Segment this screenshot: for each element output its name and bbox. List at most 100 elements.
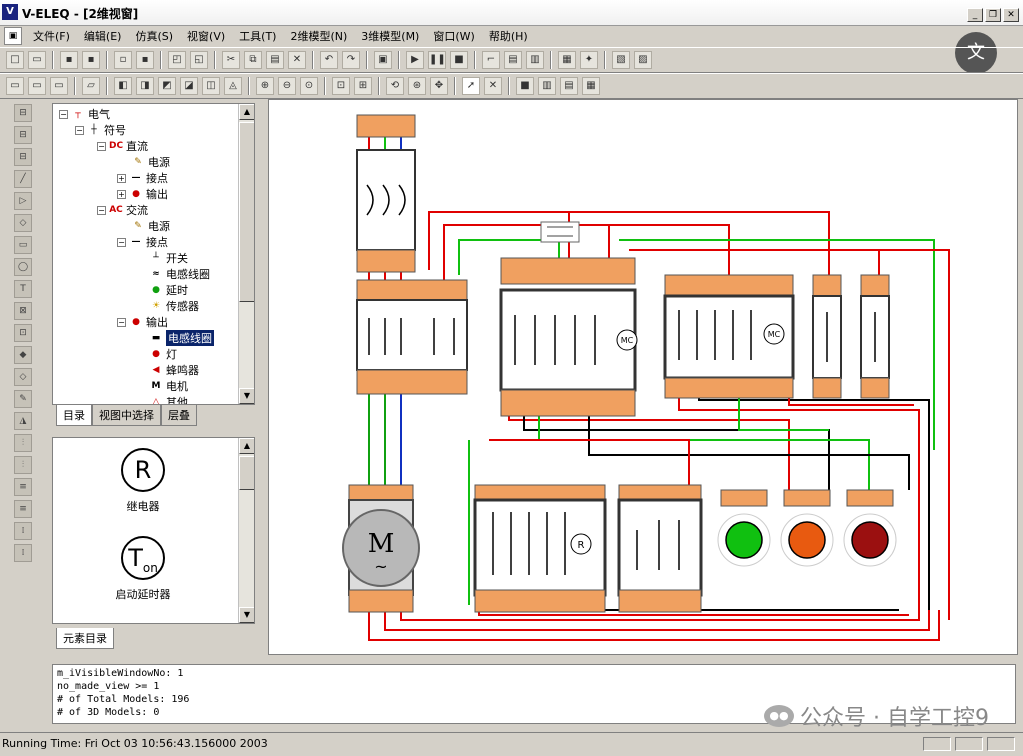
element-on-delay-timer[interactable]: Ton 启动延时器 [53,536,233,602]
tree-item-lamp[interactable]: ● 灯 [149,346,177,362]
layout-split-v-icon[interactable]: ▥ [538,77,556,95]
tree-item-coil-output[interactable]: ▬ 电感线圈 [149,330,214,346]
window-layout-3-icon[interactable]: ▭ [50,77,68,95]
view-left-icon[interactable]: ◩ [158,77,176,95]
view-front-icon[interactable]: ◧ [114,77,132,95]
scroll-up-icon[interactable]: ▲ [239,104,254,120]
rotate-icon[interactable]: ⟲ [386,77,404,95]
tree-item-other[interactable]: △ 其他 [149,394,188,404]
scroll-thumb[interactable] [239,122,254,302]
collapse-icon[interactable]: − [117,317,126,327]
tab-select-in-view[interactable]: 视图中选择 [92,405,161,426]
view-back-icon[interactable]: ◨ [136,77,154,95]
layout-split-h-icon[interactable]: ▤ [560,77,578,95]
grid-icon[interactable]: ▦ [558,51,576,69]
tree-item-ac[interactable]: − AC 交流 [97,202,148,218]
view-top-icon[interactable]: ◫ [202,77,220,95]
minimize-button[interactable]: _ [967,8,983,22]
save-model-icon[interactable]: ▪ [136,51,154,69]
book-icon[interactable]: ▨ [634,51,652,69]
scroll-down-icon[interactable]: ▼ [239,607,254,623]
spacing-tool-icon[interactable]: ⁞ [14,544,32,562]
tab-catalog[interactable]: 目录 [56,405,92,426]
palette-tool-icon[interactable]: ⊟ [14,104,32,122]
copy-icon[interactable]: ⧉ [244,51,262,69]
play-icon[interactable]: ▶ [406,51,424,69]
menu-tools[interactable]: 工具(T) [232,28,283,44]
menu-3d-model[interactable]: 3维模型(M) [354,28,426,44]
cut-icon[interactable]: ✂ [222,51,240,69]
rectangle-tool-icon[interactable]: ▭ [14,236,32,254]
tree-item-sensor[interactable]: ☀ 传感器 [149,298,199,314]
move-back-icon[interactable]: ◇ [14,368,32,386]
sim-icon[interactable]: ▫ [114,51,132,69]
tree-item-dc-contact[interactable]: + — 接点 [117,170,168,186]
select-arrow-icon[interactable]: ➚ [462,77,480,95]
tree-scrollbar[interactable]: ▲ ▼ [238,104,254,404]
palette-tool-icon[interactable]: ⊟ [14,126,32,144]
scroll-up-icon[interactable]: ▲ [239,438,254,454]
arrow-tool-icon[interactable]: ▷ [14,192,32,210]
save-all-icon[interactable]: ▪ [82,51,100,69]
new-file-icon[interactable]: □ [6,51,24,69]
document-icon[interactable]: ▣ [4,27,22,45]
restore-button[interactable]: ❐ [985,8,1001,22]
pen-tool-icon[interactable]: ✎ [14,390,32,408]
layout-single-icon[interactable]: ■ [516,77,534,95]
paste-icon[interactable]: ▤ [266,51,284,69]
move-front-icon[interactable]: ◆ [14,346,32,364]
print-preview-icon[interactable]: ◰ [168,51,186,69]
scroll-down-icon[interactable]: ▼ [239,388,254,404]
tree-item-ac-output[interactable]: − ● 输出 [117,314,168,330]
tree-item-dc[interactable]: − DC 直流 [97,138,148,154]
zoom-area-icon[interactable]: ⊞ [354,77,372,95]
pan-icon[interactable]: ✥ [430,77,448,95]
view-right-icon[interactable]: ◪ [180,77,198,95]
collapse-icon[interactable]: − [97,205,106,215]
text-tool-icon[interactable]: T [14,280,32,298]
tree-item-coil-contact[interactable]: ≈ 电感线圈 [149,266,210,282]
redo-icon[interactable]: ↷ [342,51,360,69]
ellipse-tool-icon[interactable]: ◯ [14,258,32,276]
expand-icon[interactable]: + [117,173,126,183]
element-scrollbar[interactable]: ▲ ▼ [238,438,254,623]
zoom-out-icon[interactable]: ⊖ [278,77,296,95]
element-relay[interactable]: R 继电器 [53,448,233,514]
zoom-fit-icon[interactable]: ⊙ [300,77,318,95]
tree-item-delay[interactable]: ● 延时 [149,282,188,298]
polygon-tool-icon[interactable]: ◇ [14,214,32,232]
group-tool-icon[interactable]: ⊠ [14,302,32,320]
zoom-window-icon[interactable]: ⊡ [332,77,350,95]
view-iso-icon[interactable]: ◬ [224,77,242,95]
layout-quad-icon[interactable]: ▦ [582,77,600,95]
menu-window[interactable]: 窗口(W) [426,28,481,44]
align-tool-icon[interactable]: ⫶ [14,456,32,474]
scroll-thumb[interactable] [239,456,254,490]
close-button[interactable]: ✕ [1003,8,1019,22]
pause-icon[interactable]: ❚❚ [428,51,446,69]
collapse-icon[interactable]: − [117,237,126,247]
collapse-icon[interactable]: − [75,125,84,135]
library-icon[interactable]: ▧ [612,51,630,69]
properties-icon[interactable]: ▣ [374,51,392,69]
tip-icon[interactable]: ✦ [580,51,598,69]
open-folder-icon[interactable]: ▭ [28,51,46,69]
line-tool-icon[interactable]: ╱ [14,170,32,188]
menu-edit[interactable]: 编辑(E) [77,28,129,44]
tree-item-dc-power[interactable]: ✎ 电源 [131,154,170,170]
window-layout-2-icon[interactable]: ▭ [28,77,46,95]
tree-item-buzzer[interactable]: ◀ 蜂鸣器 [149,362,199,378]
menu-2d-model[interactable]: 2维模型(N) [283,28,354,44]
folder-icon[interactable]: ▱ [82,77,100,95]
wire-icon[interactable]: ⌐ [482,51,500,69]
delete-icon[interactable]: ✕ [288,51,306,69]
tree-item-motor[interactable]: M 电机 [149,378,188,394]
axis-icon[interactable]: ✕ [484,77,502,95]
fill-tool-icon[interactable]: ◮ [14,412,32,430]
tab-element-catalog[interactable]: 元素目录 [56,628,114,649]
collapse-icon[interactable]: − [59,109,68,119]
ungroup-tool-icon[interactable]: ⊡ [14,324,32,342]
palette-tool-icon[interactable]: ⊟ [14,148,32,166]
spacing-tool-icon[interactable]: ⁞ [14,522,32,540]
print-icon[interactable]: ◱ [190,51,208,69]
